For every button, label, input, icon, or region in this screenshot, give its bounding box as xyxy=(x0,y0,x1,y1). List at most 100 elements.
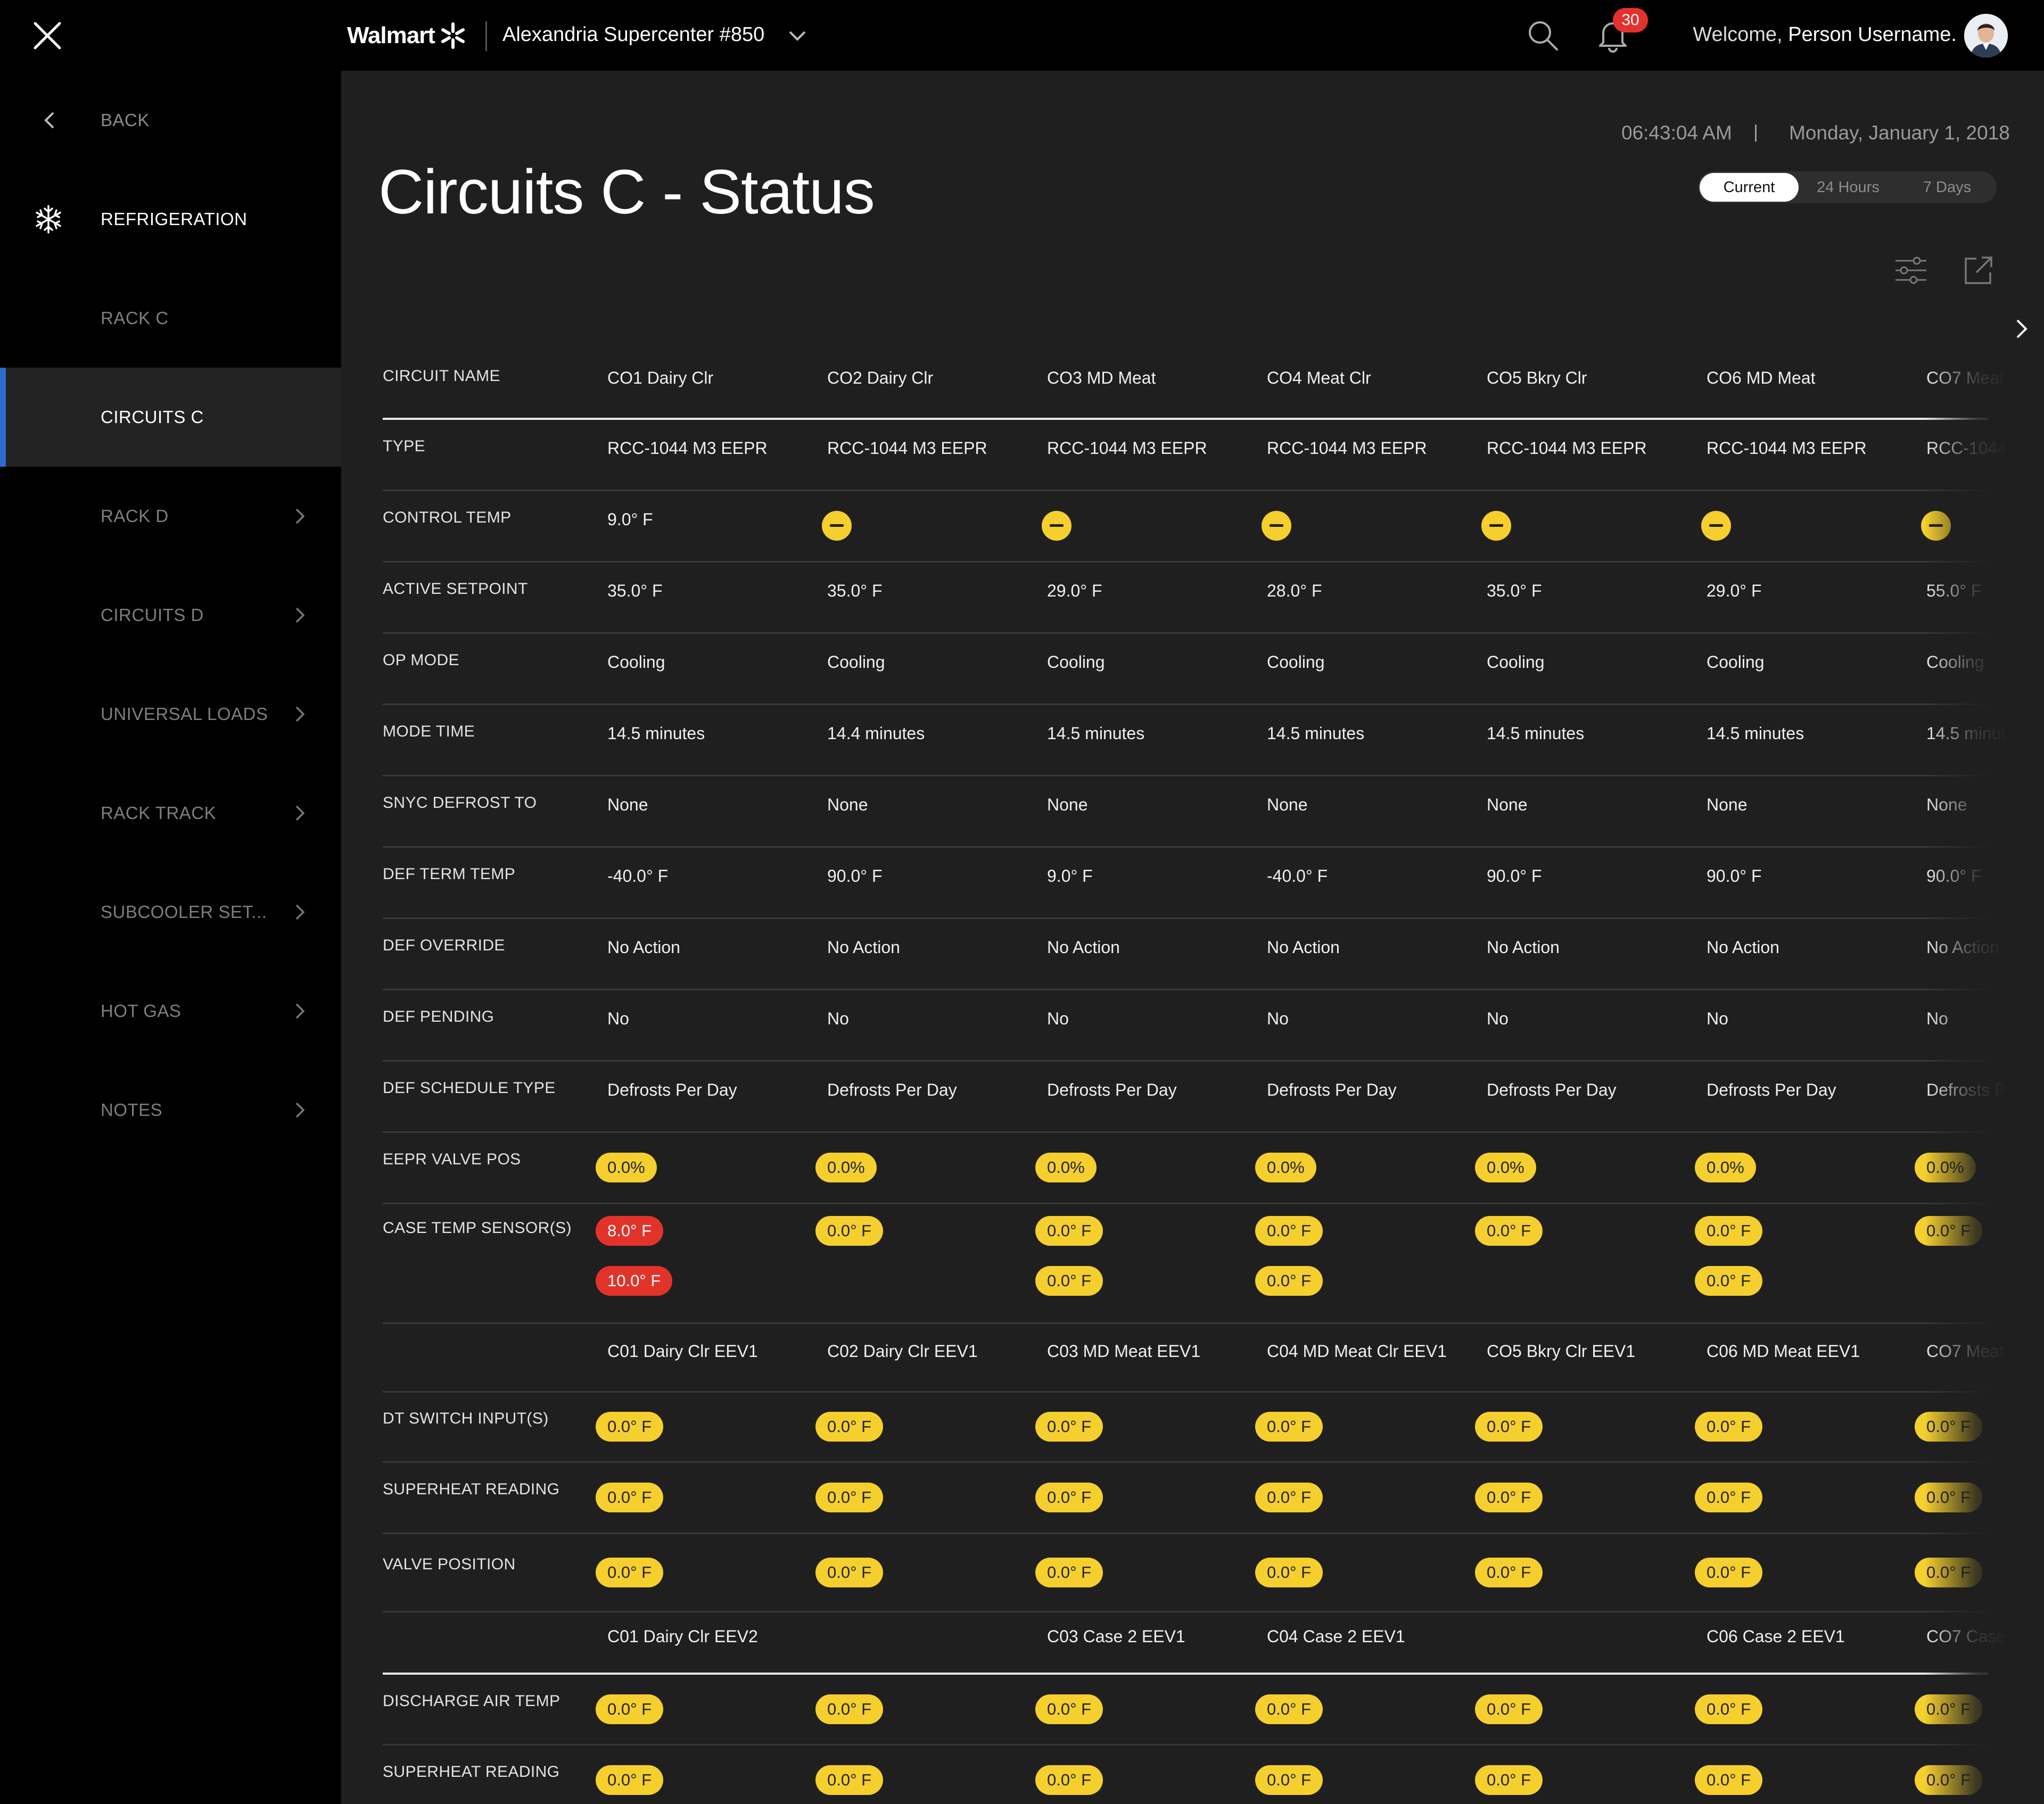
value-pill[interactable]: 0.0° F xyxy=(1695,1483,1763,1512)
value-pill[interactable]: 0.0° F xyxy=(1915,1765,1983,1795)
welcome-prefix: Welcome, xyxy=(1693,23,1783,46)
status-indicator[interactable] xyxy=(1921,511,1951,541)
table-cell: C01 Dairy Clr EEV2 xyxy=(607,1626,758,1646)
export-icon[interactable] xyxy=(1963,254,1994,286)
alarm-pill[interactable]: 10.0° F xyxy=(596,1266,673,1296)
value-pill[interactable]: 0.0° F xyxy=(1035,1412,1103,1442)
store-selector[interactable]: Alexandria Supercenter #850 xyxy=(502,23,764,46)
value-pill[interactable]: 0.0° F xyxy=(1475,1412,1543,1442)
value-pill[interactable]: 0.0° F xyxy=(1255,1266,1323,1296)
alarm-pill[interactable]: 8.0° F xyxy=(596,1216,664,1246)
row-label: DEF PENDING xyxy=(383,1008,494,1025)
chevron-down-icon[interactable] xyxy=(787,27,808,45)
sidebar-item-circuits-c[interactable]: CIRCUITS C xyxy=(0,368,341,467)
value-pill[interactable]: 0.0° F xyxy=(1475,1765,1543,1795)
value-pill[interactable]: 0.0° F xyxy=(1035,1557,1103,1587)
sidebar-item-refrigeration[interactable]: REFRIGERATION xyxy=(0,170,341,269)
value-pill[interactable]: 0.0° F xyxy=(1255,1412,1323,1442)
status-indicator[interactable] xyxy=(1042,511,1072,541)
value-pill[interactable]: 0.0° F xyxy=(815,1765,884,1795)
filter-settings-icon[interactable] xyxy=(1893,254,1928,286)
value-pill[interactable]: 0.0° F xyxy=(1255,1557,1323,1587)
value-pill[interactable]: 0.0° F xyxy=(815,1483,884,1512)
status-indicator[interactable] xyxy=(822,511,852,541)
spark-icon xyxy=(441,22,465,49)
table-cell: Defrosts Per Day xyxy=(1267,1080,1397,1099)
sidebar-item-notes[interactable]: NOTES xyxy=(0,1061,341,1160)
range-7-days[interactable]: 7 Days xyxy=(1898,173,1997,202)
value-pill[interactable]: 0.0° F xyxy=(815,1412,884,1442)
sidebar-item-hot-gas[interactable]: HOT GAS xyxy=(0,962,341,1061)
search-icon[interactable] xyxy=(1527,19,1560,52)
chevron-right-icon xyxy=(295,508,305,524)
value-pill[interactable]: 0.0° F xyxy=(1035,1266,1103,1296)
top-bar: Walmart Alexandria Supercenter #850 30 W… xyxy=(0,0,2044,71)
row-label: DEF SCHEDULE TYPE xyxy=(383,1079,556,1097)
table-cell: 90.0° F xyxy=(827,866,883,886)
value-pill[interactable]: 0.0° F xyxy=(1695,1765,1763,1795)
value-pill[interactable]: 0.0° F xyxy=(1255,1694,1323,1724)
sidebar-item-universal-loads[interactable]: UNIVERSAL LOADS xyxy=(0,665,341,764)
value-pill[interactable]: 0.0° F xyxy=(1695,1266,1763,1296)
value-pill[interactable]: 0.0° F xyxy=(1255,1765,1323,1795)
value-pill[interactable]: 0.0° F xyxy=(815,1694,884,1724)
sidebar-item-subcooler[interactable]: SUBCOOLER SET... xyxy=(0,863,341,962)
value-pill[interactable]: 0.0° F xyxy=(1695,1557,1763,1587)
table-cell: No Action xyxy=(607,938,680,957)
value-pill[interactable]: 0.0° F xyxy=(1915,1216,1983,1246)
value-pill[interactable]: 0.0° F xyxy=(1035,1694,1103,1724)
value-pill[interactable]: 0.0° F xyxy=(596,1557,664,1587)
value-pill[interactable]: 0.0° F xyxy=(1915,1694,1983,1724)
sidebar-item-rack-d[interactable]: RACK D xyxy=(0,467,341,566)
value-pill[interactable]: 0.0% xyxy=(1915,1153,1976,1182)
table-row: MODE TIME 14.5 minutes 14.4 minutes 14.5 mi… xyxy=(383,705,2006,776)
value-pill[interactable]: 0.0° F xyxy=(1475,1557,1543,1587)
range-24-hours[interactable]: 24 Hours xyxy=(1799,173,1898,202)
value-pill[interactable]: 0.0° F xyxy=(1915,1557,1983,1587)
value-pill[interactable]: 0.0% xyxy=(1695,1153,1756,1182)
table-cell: 14.4 minutes xyxy=(827,724,925,743)
status-indicator[interactable] xyxy=(1481,511,1511,541)
table-cell: 55.0° F xyxy=(1926,581,1982,600)
value-pill[interactable]: 0.0° F xyxy=(596,1412,664,1442)
value-pill[interactable]: 0.0° F xyxy=(1915,1412,1983,1442)
sidebar-back[interactable]: BACK xyxy=(0,71,341,170)
value-pill[interactable]: 0.0° F xyxy=(815,1216,884,1246)
brand-divider xyxy=(485,21,487,51)
value-pill[interactable]: 0.0° F xyxy=(1695,1412,1763,1442)
sidebar-item-rack-track[interactable]: RACK TRACK xyxy=(0,764,341,863)
table-cell: No Action xyxy=(827,938,900,957)
value-pill[interactable]: 0.0° F xyxy=(1695,1216,1763,1246)
value-pill[interactable]: 0.0° F xyxy=(1035,1483,1103,1512)
chevron-right-icon[interactable] xyxy=(2012,317,2030,341)
value-pill[interactable]: 0.0% xyxy=(1255,1153,1316,1182)
value-pill[interactable]: 0.0° F xyxy=(1915,1483,1983,1512)
row-label: EEPR VALVE POS xyxy=(383,1151,521,1168)
status-indicator[interactable] xyxy=(1262,511,1291,541)
chevron-right-icon xyxy=(295,805,305,821)
value-pill[interactable]: 0.0% xyxy=(1035,1153,1097,1182)
value-pill[interactable]: 0.0° F xyxy=(1035,1765,1103,1795)
value-pill[interactable]: 0.0° F xyxy=(596,1483,664,1512)
avatar[interactable] xyxy=(1964,14,2008,57)
value-pill[interactable]: 0.0° F xyxy=(596,1694,664,1724)
value-pill[interactable]: 0.0° F xyxy=(1695,1694,1763,1724)
table-cell: 14.5 minutes xyxy=(1047,724,1145,743)
sidebar-item-circuits-d[interactable]: CIRCUITS D xyxy=(0,566,341,665)
value-pill[interactable]: 0.0° F xyxy=(1475,1694,1543,1724)
value-pill[interactable]: 0.0° F xyxy=(1475,1216,1543,1246)
value-pill[interactable]: 0.0° F xyxy=(596,1765,664,1795)
close-icon[interactable] xyxy=(32,20,63,51)
value-pill[interactable]: 0.0° F xyxy=(1255,1483,1323,1512)
value-pill[interactable]: 0.0° F xyxy=(1475,1483,1543,1512)
status-indicator[interactable] xyxy=(1701,511,1731,541)
range-current[interactable]: Current xyxy=(1700,173,1799,202)
value-pill[interactable]: 0.0° F xyxy=(815,1557,884,1587)
table-cell: Cooling xyxy=(607,652,665,672)
value-pill[interactable]: 0.0% xyxy=(1475,1153,1536,1182)
value-pill[interactable]: 0.0% xyxy=(596,1153,657,1182)
value-pill[interactable]: 0.0° F xyxy=(1035,1216,1103,1246)
sidebar-item-rack-c[interactable]: RACK C xyxy=(0,269,341,368)
value-pill[interactable]: 0.0% xyxy=(815,1153,877,1182)
value-pill[interactable]: 0.0° F xyxy=(1255,1216,1323,1246)
